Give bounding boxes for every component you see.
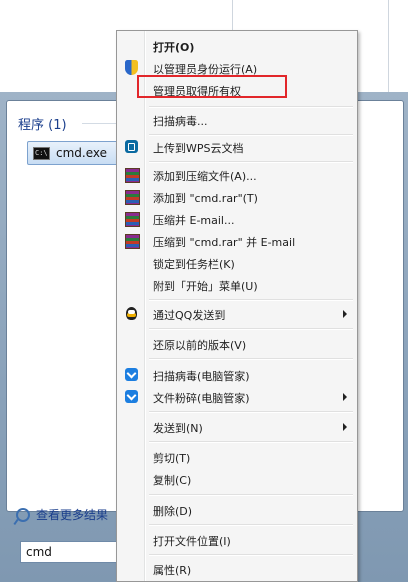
menu-item-copy[interactable]: 复制(C): [119, 468, 355, 490]
menu-item-label: 打开(O): [153, 41, 195, 54]
menu-item-label: 扫描病毒...: [153, 115, 208, 128]
menu-separator: [149, 524, 353, 526]
menu-separator: [149, 554, 353, 556]
menu-item-compress-email[interactable]: 压缩并 E-mail...: [119, 208, 355, 230]
menu-item-pin-taskbar[interactable]: 锁定到任务栏(K): [119, 252, 355, 274]
menu-item-upload-wps[interactable]: 上传到WPS云文档: [119, 136, 355, 158]
menu-item-label: 压缩并 E-mail...: [153, 214, 235, 227]
submenu-arrow-icon: [343, 310, 347, 318]
search-result-label: cmd.exe: [56, 146, 108, 160]
menu-item-label: 添加到压缩文件(A)...: [153, 170, 257, 183]
menu-item-label: 剪切(T): [153, 452, 191, 465]
menu-item-label: 上传到WPS云文档: [153, 142, 244, 155]
menu-separator: [149, 494, 353, 496]
menu-item-label: 扫描病毒(电脑管家): [153, 370, 250, 383]
context-menu: 打开(O) 以管理员身份运行(A) 管理员取得所有权 扫描病毒... 上传到WP…: [116, 30, 358, 582]
menu-item-send-to[interactable]: 发送到(N): [119, 416, 355, 438]
winrar-icon: [125, 190, 140, 205]
menu-item-pin-start[interactable]: 附到「开始」菜单(U): [119, 274, 355, 296]
winrar-icon: [125, 234, 140, 249]
winrar-icon: [125, 212, 140, 227]
menu-item-restore-versions[interactable]: 还原以前的版本(V): [119, 333, 355, 355]
menu-item-guard-shred[interactable]: 文件粉碎(电脑管家): [119, 386, 355, 408]
menu-separator: [149, 161, 353, 163]
menu-item-add-to-cmd-rar[interactable]: 添加到 "cmd.rar"(T): [119, 186, 355, 208]
see-more-results-link[interactable]: 查看更多结果: [16, 506, 108, 523]
menu-item-delete[interactable]: 删除(D): [119, 499, 355, 521]
menu-separator: [149, 299, 353, 301]
search-icon: [16, 507, 30, 522]
menu-item-label: 压缩到 "cmd.rar" 并 E-mail: [153, 236, 296, 249]
window-divider: [388, 0, 389, 92]
menu-item-label: 还原以前的版本(V): [153, 339, 247, 352]
console-icon: C:\: [33, 146, 50, 160]
menu-item-label: 发送到(N): [153, 422, 203, 435]
menu-item-add-to-archive[interactable]: 添加到压缩文件(A)...: [119, 164, 355, 186]
menu-item-scan-virus[interactable]: 扫描病毒...: [119, 109, 355, 131]
menu-item-label: 文件粉碎(电脑管家): [153, 392, 250, 405]
menu-item-compress-cmd-rar-email[interactable]: 压缩到 "cmd.rar" 并 E-mail: [119, 230, 355, 252]
tencent-guard-icon: [125, 368, 138, 381]
menu-separator: [149, 106, 353, 108]
menu-separator: [149, 358, 353, 360]
menu-item-label: 属性(R): [153, 564, 192, 577]
wps-cloud-icon: [125, 140, 138, 153]
menu-item-open-file-location[interactable]: 打开文件位置(I): [119, 529, 355, 551]
menu-item-label: 锁定到任务栏(K): [153, 258, 235, 271]
menu-item-label: 删除(D): [153, 505, 193, 518]
qq-icon: [126, 307, 137, 320]
uac-shield-icon: [125, 60, 138, 75]
menu-item-label: 附到「开始」菜单(U): [153, 280, 258, 293]
section-divider: [82, 123, 118, 124]
menu-item-label: 打开文件位置(I): [153, 535, 231, 548]
see-more-results-label: 查看更多结果: [36, 508, 109, 522]
menu-item-label: 通过QQ发送到: [153, 309, 226, 322]
menu-separator: [149, 411, 353, 413]
menu-item-label: 复制(C): [153, 474, 192, 487]
red-highlight-box: [137, 75, 287, 98]
tencent-guard-icon: [125, 390, 138, 403]
submenu-arrow-icon: [343, 423, 347, 431]
menu-item-label: 添加到 "cmd.rar"(T): [153, 192, 258, 205]
menu-separator: [149, 441, 353, 443]
menu-item-cut[interactable]: 剪切(T): [119, 446, 355, 468]
menu-item-send-via-qq[interactable]: 通过QQ发送到: [119, 303, 355, 325]
menu-item-guard-scan[interactable]: 扫描病毒(电脑管家): [119, 364, 355, 386]
programs-section-title: 程序 (1): [18, 118, 67, 133]
submenu-arrow-icon: [343, 393, 347, 401]
menu-separator: [149, 328, 353, 330]
winrar-icon: [125, 168, 140, 183]
start-search-input[interactable]: cmd: [20, 541, 124, 563]
search-result-cmd[interactable]: C:\ cmd.exe: [27, 141, 125, 165]
menu-item-open[interactable]: 打开(O): [119, 35, 355, 57]
menu-item-properties[interactable]: 属性(R): [119, 558, 355, 580]
